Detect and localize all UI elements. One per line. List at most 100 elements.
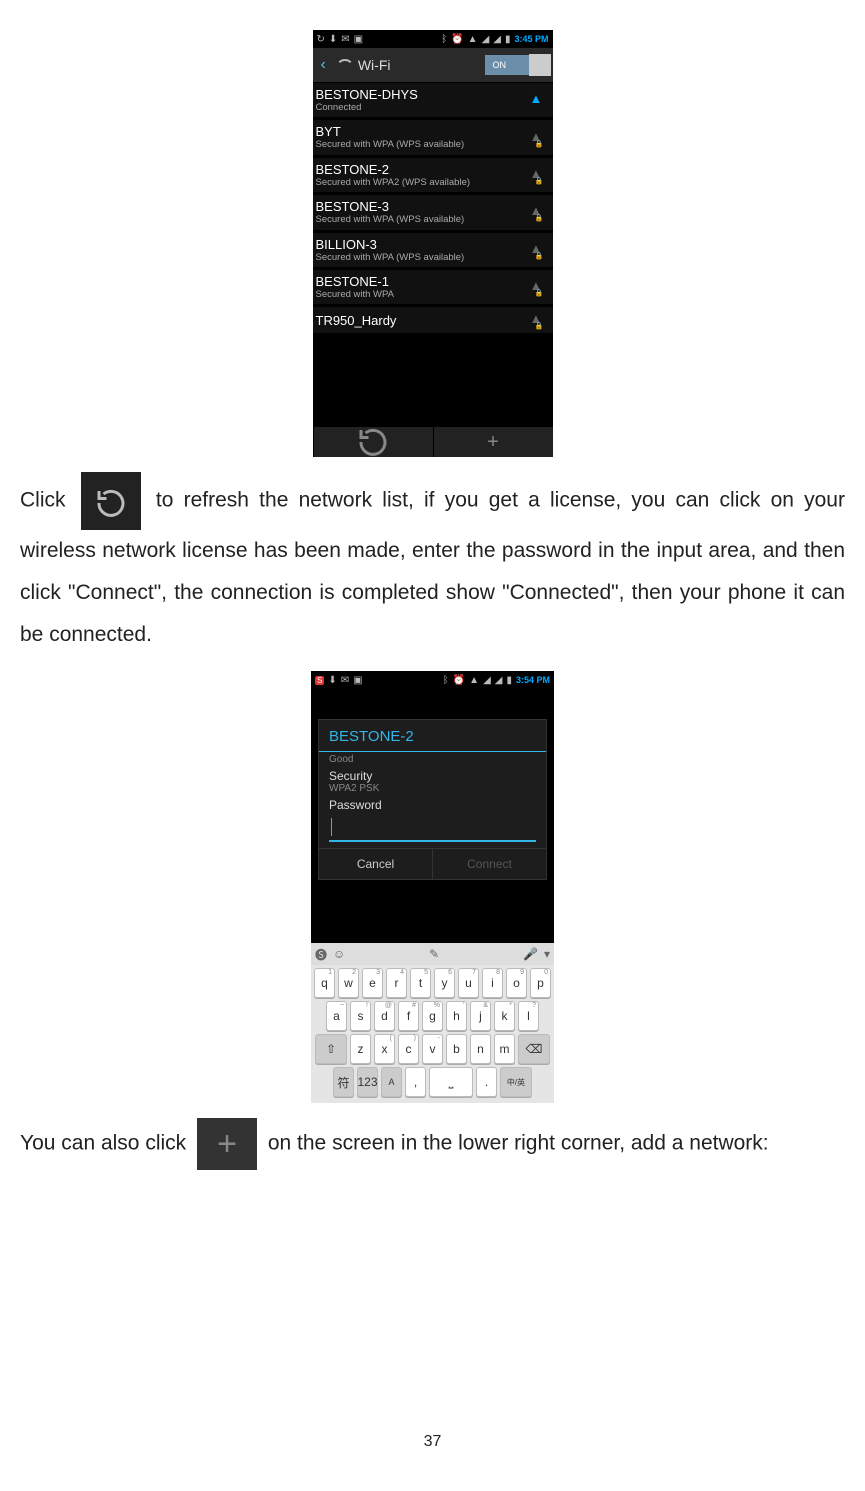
keyboard-row-2: a~s!d@f#g%h'j&k*l? [314,1001,551,1031]
network-name: TR950_Hardy [316,313,528,328]
cancel-button[interactable]: Cancel [319,849,432,879]
dialog-title: BESTONE-2 [319,720,546,752]
kb-mic-icon[interactable]: 🎤 [523,947,538,961]
refresh-icon-inline [81,472,141,530]
signal-icon: ◢ [495,675,503,686]
lock-icon: 🔒 [535,252,544,260]
wifi-signal-icon: 🔒 [528,311,546,329]
kb-key-x[interactable]: x( [374,1034,395,1064]
kb-key-g[interactable]: g% [422,1001,443,1031]
kb-edit-icon[interactable]: ✎ [429,947,439,961]
wifi-password-screenshot: S ⬇ ✉ ▣ ᛒ ⏰ ▲ ◢ ◢ ▮ 3:54 PM BESTONE-2 Go… [311,671,554,1103]
network-name: BESTONE-2 [316,162,528,177]
add-network-button[interactable]: + [433,427,553,457]
kb-comma-key[interactable]: , [405,1067,426,1097]
connect-button[interactable]: Connect [432,849,546,879]
kb-key-q[interactable]: q1 [314,968,335,998]
status-time: 3:45 PM [514,34,548,44]
kb-key-z[interactable]: z [350,1034,371,1064]
keyboard: 🅢 ☺ ✎ 🎤 ▾ q1w2e3r4t5y6u7i8o9p0 a~s!d@f#g… [311,943,554,1103]
bluetooth-icon: ᛒ [441,34,447,45]
network-item[interactable]: BESTONE-DHYSConnected [313,83,553,120]
kb-key-m[interactable]: m [494,1034,515,1064]
bottom-bar: + [313,427,553,457]
wifi-signal-icon: 🔒 [528,241,546,259]
kb-key-i[interactable]: i8 [482,968,503,998]
dialog-buttons: Cancel Connect [319,848,546,879]
picture-icon: ▣ [354,34,363,45]
kb-key-a[interactable]: a~ [326,1001,347,1031]
network-subtext: Connected [316,102,528,113]
kb-key-v[interactable]: v- [422,1034,443,1064]
kb-space-key[interactable]: ⎵ [429,1067,473,1097]
sms-icon: ✉ [341,34,349,45]
network-subtext: Secured with WPA (WPS available) [316,139,528,150]
network-item[interactable]: BILLION-3Secured with WPA (WPS available… [313,233,553,270]
status-time: 3:54 PM [516,675,550,685]
network-item[interactable]: BESTONE-3Secured with WPA (WPS available… [313,195,553,232]
password-row: Password [319,796,546,814]
paragraph-2-body: on the screen in the lower right corner,… [268,1132,769,1155]
kb-key-j[interactable]: j& [470,1001,491,1031]
wifi-header-icon [336,57,352,73]
battery-icon: ▮ [505,34,511,45]
kb-key-r[interactable]: r4 [386,968,407,998]
network-list: BESTONE-DHYSConnectedBYTSecured with WPA… [313,83,553,336]
kb-period-key[interactable]: . [476,1067,497,1097]
wifi-icon: ▲ [468,34,478,45]
kb-key-t[interactable]: t5 [410,968,431,998]
kb-key-o[interactable]: o9 [506,968,527,998]
kb-alt-key[interactable]: 中/英 [500,1067,532,1097]
kb-delete-key[interactable]: ⌫ [518,1034,550,1064]
kb-logo-icon[interactable]: 🅢 [315,946,327,963]
kb-key-c[interactable]: c) [398,1034,419,1064]
network-item[interactable]: BESTONE-1Secured with WPA🔒 [313,270,553,307]
kb-sym-key[interactable]: 符 [333,1067,354,1097]
wifi-signal-icon: 🔒 [528,203,546,221]
kb-key-w[interactable]: w2 [338,968,359,998]
kb-key-e[interactable]: e3 [362,968,383,998]
network-item[interactable]: BESTONE-2Secured with WPA2 (WPS availabl… [313,158,553,195]
network-subtext: Secured with WPA (WPS available) [316,214,528,225]
password-input[interactable] [329,816,536,842]
wifi-signal-icon: 🔒 [528,129,546,147]
paragraph-1: Click to refresh the network list, if yo… [20,472,845,656]
lock-icon: 🔒 [535,140,544,148]
download-icon: ⬇ [328,675,336,686]
network-subtext: Secured with WPA [316,289,528,300]
kb-key-h[interactable]: h' [446,1001,467,1031]
kb-key-l[interactable]: l? [518,1001,539,1031]
kb-lang-key[interactable]: A [381,1067,402,1097]
kb-shift-key[interactable]: ⇧ [315,1034,347,1064]
kb-emoji-icon[interactable]: ☺ [333,947,345,961]
wifi-signal-icon: 🔒 [528,166,546,184]
kb-hide-icon[interactable]: ▾ [544,947,550,961]
network-item[interactable]: TR950_HardySecured with WPA🔒 [313,307,553,336]
kb-key-y[interactable]: y6 [434,968,455,998]
signal-icon: ◢ [493,34,501,45]
kb-key-f[interactable]: f# [398,1001,419,1031]
sync-icon: ↻ [317,34,325,45]
paragraph-1-body: to refresh the network list, if you get … [20,489,845,646]
kb-num-key[interactable]: 123 [357,1067,378,1097]
back-icon[interactable]: ‹ [317,56,330,74]
status-bar: S ⬇ ✉ ▣ ᛒ ⏰ ▲ ◢ ◢ ▮ 3:54 PM [311,671,554,689]
s-icon: S [315,676,324,685]
security-row: Security WPA2 PSK [319,767,546,796]
kb-key-b[interactable]: b [446,1034,467,1064]
network-item[interactable]: BYTSecured with WPA (WPS available)🔒 [313,120,553,157]
network-subtext: Secured with WPA2 (WPS available) [316,177,528,188]
kb-key-u[interactable]: u7 [458,968,479,998]
kb-key-s[interactable]: s! [350,1001,371,1031]
wifi-toggle[interactable]: ON [485,55,549,75]
wifi-list-screenshot: ↻ ⬇ ✉ ▣ ᛒ ⏰ ▲ ◢ ◢ ▮ 3:45 PM ‹ Wi-Fi ON B… [313,30,553,457]
refresh-button[interactable] [313,427,433,457]
bluetooth-icon: ᛒ [443,675,449,686]
kb-key-p[interactable]: p0 [530,968,551,998]
kb-key-n[interactable]: n [470,1034,491,1064]
paragraph-1-prefix: Click [20,489,66,512]
kb-key-d[interactable]: d@ [374,1001,395,1031]
kb-key-k[interactable]: k* [494,1001,515,1031]
wifi-title: Wi-Fi [358,57,485,73]
network-name: BESTONE-3 [316,199,528,214]
